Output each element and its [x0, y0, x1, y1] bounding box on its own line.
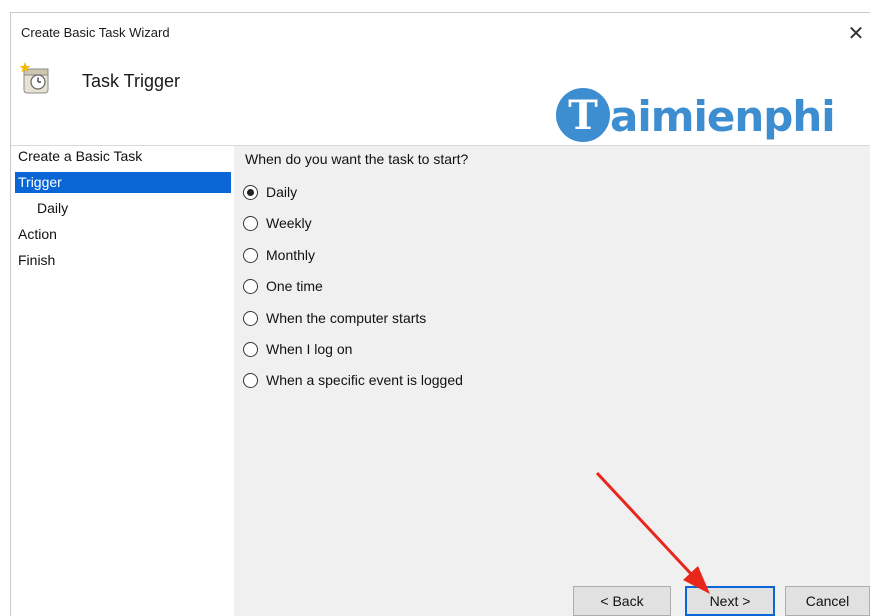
radio-button[interactable] [243, 184, 258, 200]
back-button[interactable]: < Back [573, 586, 671, 616]
next-button[interactable]: Next > [685, 586, 775, 616]
cancel-button[interactable]: Cancel [785, 586, 870, 616]
sidebar-item-daily[interactable]: Daily [15, 198, 231, 219]
radio-event-logged[interactable]: When a specific event is logged [243, 369, 463, 391]
trigger-options-panel: When do you want the task to start? Dail… [234, 146, 870, 586]
radio-button[interactable] [243, 215, 258, 231]
sidebar-item-create-basic-task[interactable]: Create a Basic Task [15, 146, 231, 167]
radio-button[interactable] [243, 278, 258, 294]
radio-label: Daily [266, 184, 298, 200]
radio-label: Monthly [266, 247, 316, 263]
watermark-logo-icon: T [556, 88, 610, 142]
radio-log-on[interactable]: When I log on [243, 338, 352, 360]
radio-label: When a specific event is logged [266, 372, 463, 388]
close-icon: ✕ [847, 22, 865, 45]
radio-computer-starts[interactable]: When the computer starts [243, 307, 426, 329]
clock-icon [19, 62, 49, 94]
radio-weekly[interactable]: Weekly [243, 212, 312, 234]
wizard-steps-sidebar: Create a Basic Task Trigger Daily Action… [11, 146, 233, 616]
watermark-text: aimienphi [610, 92, 836, 141]
radio-button[interactable] [243, 247, 258, 263]
wizard-window: Create Basic Task Wizard ✕ Task Trigger … [0, 0, 870, 616]
radio-daily[interactable]: Daily [243, 181, 297, 203]
radio-monthly[interactable]: Monthly [243, 244, 315, 266]
window-title: Create Basic Task Wizard [21, 25, 170, 40]
sidebar-item-trigger[interactable]: Trigger [15, 172, 231, 193]
radio-label: When the computer starts [266, 310, 427, 326]
radio-button[interactable] [243, 372, 258, 388]
title-bar: Create Basic Task Wizard ✕ [11, 13, 870, 53]
radio-button[interactable] [243, 341, 258, 357]
radio-label: Weekly [266, 215, 312, 231]
page-title: Task Trigger [82, 71, 181, 91]
radio-label: When I log on [266, 341, 353, 357]
button-bar: < Back Next > Cancel [234, 586, 870, 616]
trigger-question: When do you want the task to start? [245, 151, 469, 167]
radio-button[interactable] [243, 310, 258, 326]
sidebar-item-finish[interactable]: Finish [15, 250, 231, 271]
sidebar-item-action[interactable]: Action [15, 224, 231, 245]
radio-label: One time [266, 278, 323, 294]
close-button[interactable]: ✕ [842, 19, 870, 47]
radio-one-time[interactable]: One time [243, 275, 323, 297]
